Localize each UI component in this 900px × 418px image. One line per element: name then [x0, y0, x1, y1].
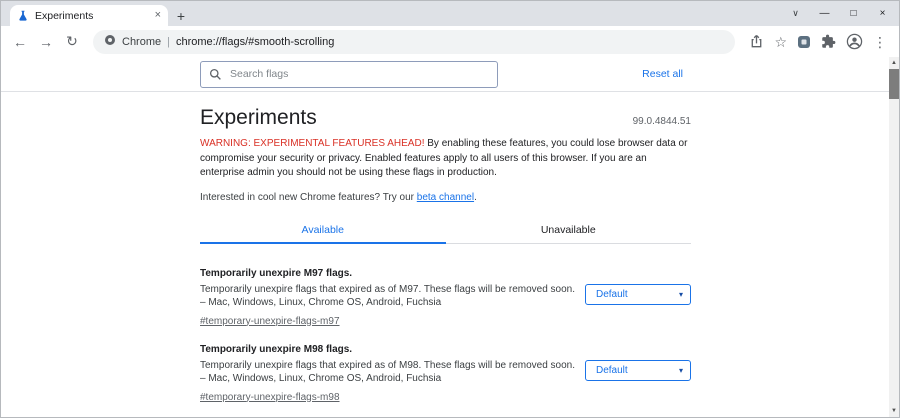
extensions-puzzle-icon[interactable]: [821, 34, 836, 49]
version-label: 99.0.4844.51: [632, 116, 691, 127]
flags-content: Experiments 99.0.4844.51 WARNING: EXPERI…: [1, 93, 889, 417]
promo-suffix: .: [474, 191, 477, 203]
window-maximize-button[interactable]: □: [839, 1, 868, 26]
omnibox-url: chrome://flags/#smooth-scrolling: [175, 35, 335, 48]
beta-channel-link[interactable]: beta channel: [417, 192, 474, 203]
search-icon: [209, 68, 222, 81]
back-icon[interactable]: ←: [7, 29, 33, 55]
flag-select-dropdown[interactable]: Default ▾: [585, 359, 691, 381]
share-icon[interactable]: [749, 34, 764, 49]
scroll-down-icon[interactable]: ▼: [889, 405, 899, 417]
tab-search-chevron-icon[interactable]: ∨: [781, 1, 810, 26]
flag-description: Temporarily unexpire flags that expired …: [200, 283, 576, 309]
scrollbar-thumb[interactable]: [889, 69, 899, 99]
chevron-down-icon: ▾: [678, 289, 683, 299]
scroll-up-icon[interactable]: ▲: [889, 57, 899, 69]
flag-row-m97: Temporarily unexpire M97 flags. Temporar…: [200, 268, 691, 329]
flag-row-m98: Temporarily unexpire M98 flags. Temporar…: [200, 344, 691, 405]
flags-toolbar: Reset all: [1, 57, 889, 92]
flag-select-value: Default: [596, 288, 628, 300]
bookmark-star-icon[interactable]: ☆: [774, 35, 787, 49]
menu-kebab-icon[interactable]: ⋮: [873, 35, 887, 49]
chrome-page-icon: [104, 34, 116, 49]
tab-strip: Experiments × + ∨ — □ ×: [1, 1, 899, 26]
omnibox-chip: Chrome: [122, 35, 162, 48]
omnibox-separator: |: [167, 35, 170, 48]
tabs-row: Available Unavailable: [200, 217, 691, 244]
promo-prefix: Interested in cool new Chrome features? …: [200, 191, 417, 203]
search-input[interactable]: [230, 68, 489, 80]
page-title: Experiments: [200, 106, 317, 129]
chevron-down-icon: ▾: [678, 365, 683, 375]
flag-title: Temporarily unexpire M98 flags.: [200, 343, 353, 355]
flag-description: Temporarily unexpire flags that expired …: [200, 359, 576, 385]
warning-text: WARNING: EXPERIMENTAL FEATURES AHEAD! By…: [200, 137, 691, 181]
window-controls: ∨ — □ ×: [781, 1, 897, 26]
tab-title: Experiments: [35, 9, 94, 22]
flag-select-value: Default: [596, 364, 628, 376]
flag-select-dropdown[interactable]: Default ▾: [585, 283, 691, 305]
window-close-button[interactable]: ×: [868, 1, 897, 26]
tab-close-icon[interactable]: ×: [155, 10, 161, 21]
flag-title: Temporarily unexpire M97 flags.: [200, 267, 353, 279]
flag-anchor-link[interactable]: #temporary-unexpire-flags-m98: [200, 392, 340, 403]
reset-all-button[interactable]: Reset all: [634, 63, 691, 85]
tab-available[interactable]: Available: [200, 217, 446, 244]
tab-unavailable[interactable]: Unavailable: [445, 217, 691, 244]
profile-avatar-icon[interactable]: [846, 33, 863, 50]
browser-tab[interactable]: Experiments ×: [10, 5, 168, 26]
address-bar[interactable]: Chrome | chrome://flags/#smooth-scrollin…: [93, 29, 736, 54]
search-box[interactable]: [200, 60, 498, 88]
forward-icon[interactable]: →: [33, 29, 59, 55]
flask-favicon-icon: [17, 10, 29, 22]
extension-action-icon[interactable]: [797, 35, 811, 49]
new-tab-button[interactable]: +: [168, 5, 194, 26]
promo-text: Interested in cool new Chrome features? …: [200, 192, 691, 203]
reload-icon[interactable]: ↻: [59, 29, 85, 55]
window-minimize-button[interactable]: —: [810, 1, 839, 26]
flags-list: Temporarily unexpire M97 flags. Temporar…: [200, 268, 691, 405]
browser-toolbar: ← → ↻ Chrome | chrome://flags/#smooth-sc…: [1, 26, 899, 57]
flag-anchor-link[interactable]: #temporary-unexpire-flags-m97: [200, 316, 340, 327]
toolbar-actions: ☆ ⋮: [743, 33, 893, 50]
warning-emphasis: WARNING: EXPERIMENTAL FEATURES AHEAD!: [200, 138, 425, 149]
page-scrollbar[interactable]: ▲ ▼: [889, 57, 899, 417]
